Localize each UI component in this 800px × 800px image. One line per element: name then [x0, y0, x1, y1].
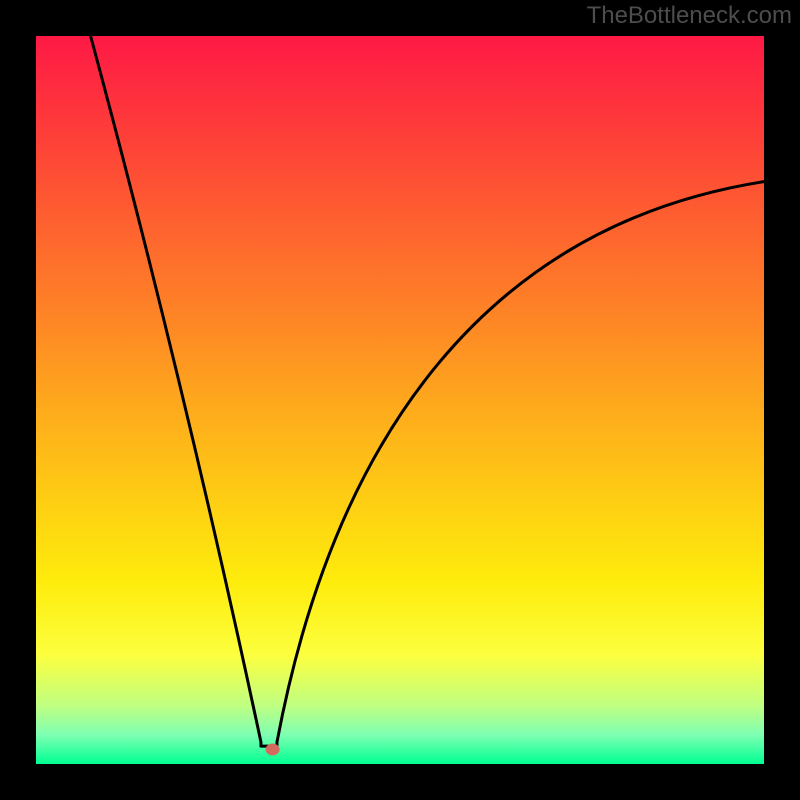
- watermark-text: TheBottleneck.com: [587, 2, 792, 30]
- chart-container: TheBottleneck.com: [0, 0, 800, 800]
- plot-background: [36, 36, 764, 764]
- minimum-marker: [266, 743, 280, 755]
- frame-bottom: [0, 764, 800, 800]
- frame-right: [764, 0, 800, 800]
- bottleneck-chart: [0, 0, 800, 800]
- frame-left: [0, 0, 36, 800]
